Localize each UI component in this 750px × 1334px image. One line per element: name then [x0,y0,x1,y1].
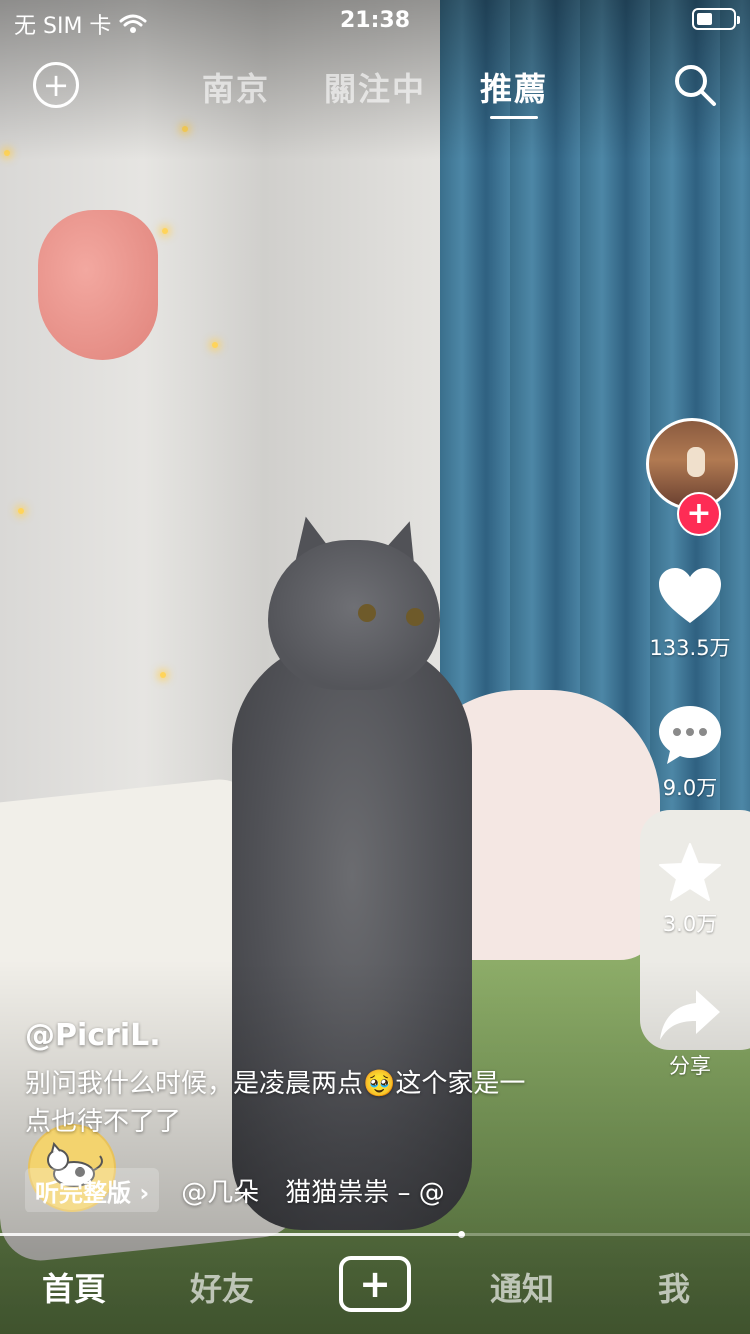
active-tab-indicator [490,116,538,119]
fairy-light [18,508,24,514]
music-title[interactable]: @几朵 猫猫祟祟 – @ [181,1172,445,1209]
fairy-light [160,672,166,678]
comment-bubble-icon [659,706,721,764]
author-handle[interactable]: @PicriL. [25,1018,585,1053]
fairy-light [212,342,218,348]
tab-nanjing[interactable]: 南京 [202,64,270,110]
nav-profile[interactable]: 我 [658,1264,690,1310]
heart-icon [659,568,721,623]
listen-full-button[interactable]: 听完整版 › [25,1168,160,1212]
video-caption: @PicriL. 别问我什么时候，是凌晨两点🥹这个家是一点也待不了了 [25,1018,585,1141]
music-row[interactable]: 听完整版 › @几朵 猫猫祟祟 – @ [25,1168,485,1212]
star-icon [659,843,721,901]
tab-following[interactable]: 關注中 [324,64,426,110]
create-button[interactable]: + [339,1256,411,1312]
favorite-button[interactable]: 3.0万 [630,842,750,938]
listen-full-label: 听完整版 [35,1178,131,1207]
cat-eye [358,604,376,622]
share-label: 分享 [669,1054,711,1078]
tab-recommended[interactable]: 推薦 [480,64,548,110]
nav-inbox[interactable]: 通知 [490,1264,554,1310]
avatar-figure [687,447,705,477]
follow-plus-icon[interactable]: + [677,492,721,536]
share-button[interactable]: 分享 [630,988,750,1080]
share-arrow-icon [660,990,720,1040]
video-description[interactable]: 别问我什么时候，是凌晨两点🥹这个家是一点也待不了了 [25,1065,545,1141]
favorite-count: 3.0万 [662,912,718,936]
bottom-nav: 首頁 好友 + 通知 我 [0,1236,750,1334]
comment-button[interactable]: 9.0万 [630,704,750,802]
action-rail: + 133.5万 9.0万 3.0万 分享 [630,0,750,1334]
fairy-light [162,228,168,234]
like-button[interactable]: 133.5万 [630,566,750,662]
cat-eye [406,608,424,626]
nav-friends[interactable]: 好友 [190,1264,254,1310]
pink-plush-toy [38,210,158,360]
comment-count: 9.0万 [662,776,718,800]
like-count: 133.5万 [649,636,731,660]
nav-home[interactable]: 首頁 [42,1264,106,1310]
